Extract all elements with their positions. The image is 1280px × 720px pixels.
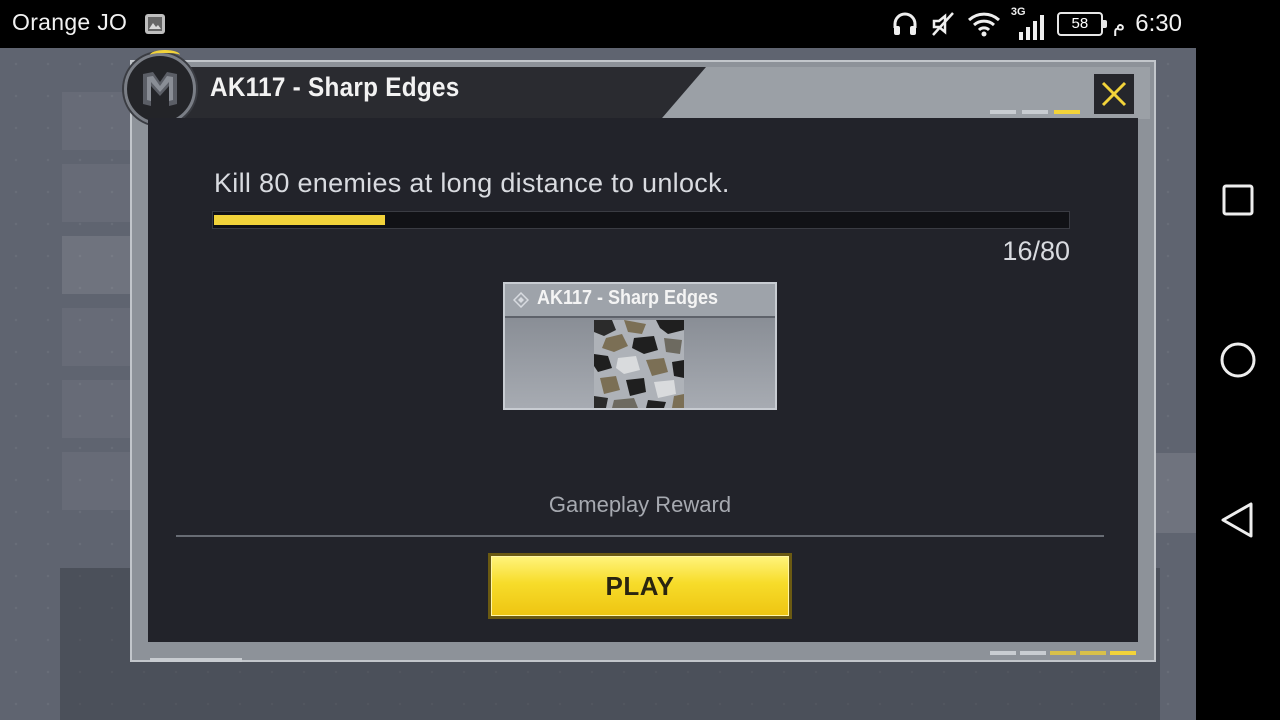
unlock-requirement: Kill 80 enemies at long distance to unlo… bbox=[214, 168, 730, 198]
badge-accent bbox=[150, 50, 180, 60]
home-button[interactable] bbox=[1216, 338, 1260, 382]
clock: 6:30 bbox=[1135, 10, 1182, 37]
footer-dashes bbox=[990, 651, 1136, 655]
signal-icon: 3G bbox=[1011, 6, 1047, 40]
play-button-label: PLAY bbox=[491, 556, 789, 616]
badge-emblem-icon bbox=[143, 72, 177, 106]
headphones-icon bbox=[893, 12, 917, 35]
navigation-bar bbox=[1196, 0, 1280, 720]
status-icons: 3G 58 م 6:30 bbox=[891, 6, 1182, 42]
header-decoration bbox=[990, 110, 1080, 114]
reward-card[interactable]: AK117 - Sharp Edges bbox=[503, 282, 777, 410]
recent-apps-icon bbox=[1222, 184, 1254, 216]
diamond-icon bbox=[513, 292, 529, 308]
dialog-title: AK117 - Sharp Edges bbox=[210, 72, 460, 102]
battery-icon: 58 bbox=[1056, 12, 1107, 36]
mute-icon bbox=[931, 12, 954, 36]
reward-card-header: AK117 - Sharp Edges bbox=[505, 284, 775, 318]
recent-apps-button[interactable] bbox=[1216, 178, 1260, 222]
close-button[interactable] bbox=[1092, 72, 1136, 116]
rank-badge bbox=[124, 53, 196, 125]
gallery-icon bbox=[145, 14, 165, 34]
progress-fill bbox=[214, 215, 385, 225]
time-period: م bbox=[1112, 12, 1126, 36]
progress-count: 16/80 bbox=[1002, 236, 1070, 266]
reward-card-title: AK117 - Sharp Edges bbox=[537, 287, 719, 309]
status-bar: Orange JO 3G 58 م 6:30 bbox=[0, 0, 1196, 48]
carrier-name: Orange JO bbox=[12, 9, 128, 35]
wifi-icon bbox=[967, 12, 1000, 37]
progress-bar bbox=[212, 211, 1070, 229]
home-icon bbox=[1220, 342, 1256, 378]
camo-pattern-image bbox=[594, 320, 684, 408]
reward-type-label: Gameplay Reward bbox=[548, 492, 732, 517]
play-button[interactable]: PLAY bbox=[488, 553, 792, 619]
close-icon bbox=[1101, 81, 1127, 107]
footer-decoration bbox=[150, 658, 242, 662]
divider bbox=[176, 535, 1104, 537]
